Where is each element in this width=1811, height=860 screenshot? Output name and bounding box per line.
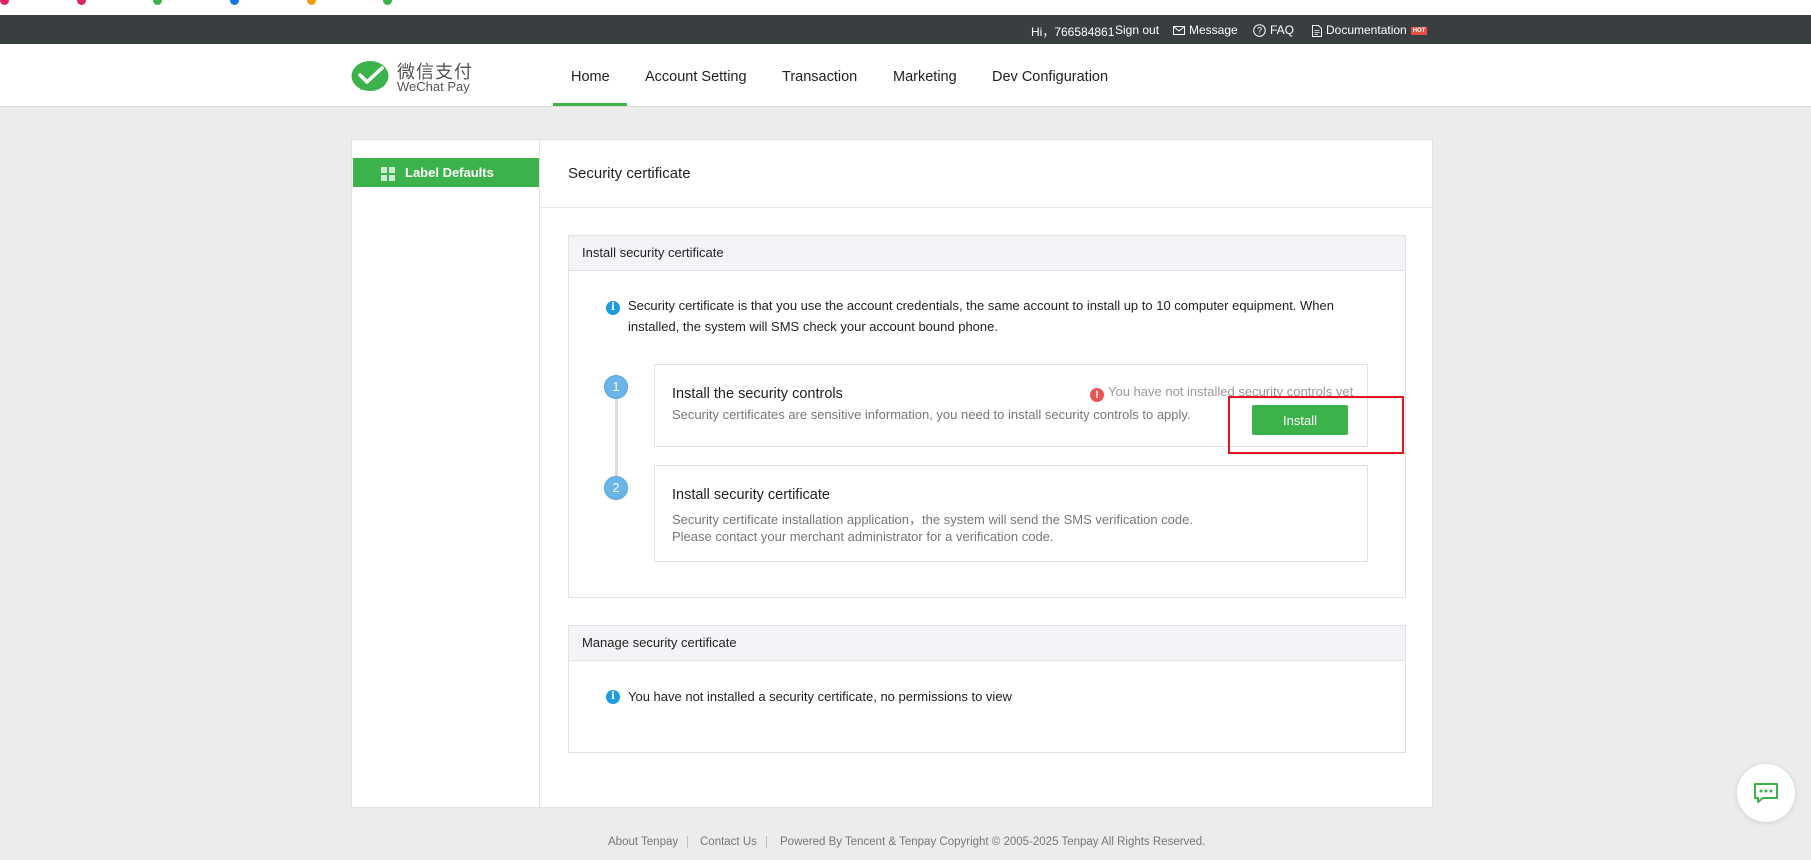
bookmark-item[interactable] [153,0,200,7]
documentation-link[interactable]: Documentation HOT [1312,23,1428,37]
step-connector [615,397,618,477]
nav-home[interactable]: Home [571,69,610,85]
nav-dev-configuration[interactable]: Dev Configuration [992,69,1108,85]
page-title: Security certificate [568,165,691,182]
documentation-label: Documentation [1326,23,1407,37]
step-1-title: Install the security controls [672,386,843,402]
bookmark-item[interactable] [306,0,354,7]
info-icon: i [606,690,620,704]
message-label: Message [1189,23,1238,37]
nav-active-indicator [553,103,627,106]
sidebar: Label Defaults [352,140,540,807]
logo-text-en: WeChat Pay [397,79,470,94]
highlight-box [1228,396,1404,454]
sign-out-link[interactable]: Sign out [1115,23,1159,37]
faq-link[interactable]: ? FAQ [1253,23,1295,38]
question-circle-icon: ? [1253,24,1266,38]
wechat-pay-logo-icon [351,61,389,91]
nav-transaction[interactable]: Transaction [782,69,857,85]
warning-icon: ! [1090,388,1104,402]
step-2-badge: 2 [604,476,628,500]
sidebar-item-label: Label Defaults [405,165,494,180]
footer-contact-link[interactable]: Contact Us [700,836,757,848]
step-2-desc-line2: Please contact your merchant administrat… [672,529,1054,544]
install-info-text: Security certificate is that you use the… [628,298,1334,334]
hot-badge: HOT [1410,26,1428,35]
bookmark-item[interactable] [383,0,430,7]
footer-copyright: Powered By Tencent & Tenpay Copyright © … [780,836,1206,848]
main-header: 微信支付 WeChat Pay Home Account Setting Tra… [0,44,1811,107]
top-account-bar: Hi，766584861 Sign out Message ? FAQ Docum… [0,15,1811,44]
info-icon: i [606,301,620,315]
manage-section-header: Manage security certificate [569,626,1405,661]
footer-about-link[interactable]: About Tenpay [608,836,678,848]
nav-account-setting[interactable]: Account Setting [645,69,747,85]
message-link[interactable]: Message [1173,23,1238,37]
title-divider [540,207,1432,208]
user-greeting: Hi，766584861 [1031,25,1115,39]
browser-bookmarks-bar [0,0,1811,15]
sidebar-item-label-defaults[interactable]: Label Defaults [353,158,539,187]
bookmark-item[interactable] [0,0,47,7]
footer-separator: | [686,836,689,848]
install-section-header: Install security certificate [569,236,1405,271]
envelope-icon [1173,26,1185,36]
bookmark-item[interactable] [230,0,277,7]
wechat-pay-logo[interactable]: 微信支付 WeChat Pay [351,60,481,96]
svg-text:?: ? [1257,26,1262,36]
chat-support-button[interactable] [1737,764,1795,822]
step-2-desc-line1: Security certificate installation applic… [672,512,1193,527]
nav-marketing[interactable]: Marketing [893,69,957,85]
step-1-desc: Security certificates are sensitive info… [672,407,1191,422]
step-2-title: Install security certificate [672,487,830,503]
manage-certificate-section: Manage security certificate i You have n… [568,625,1406,753]
step-2-box: Install security certificate Security ce… [654,465,1368,562]
faq-label: FAQ [1270,23,1295,37]
manage-info-text: You have not installed a security certif… [628,689,1012,704]
chat-bubble-icon [1754,783,1778,803]
bookmark-item[interactable] [76,0,124,7]
grid-icon [381,167,395,181]
step-1-badge: 1 [604,375,628,399]
document-icon [1312,24,1322,37]
footer-separator: | [765,836,768,848]
